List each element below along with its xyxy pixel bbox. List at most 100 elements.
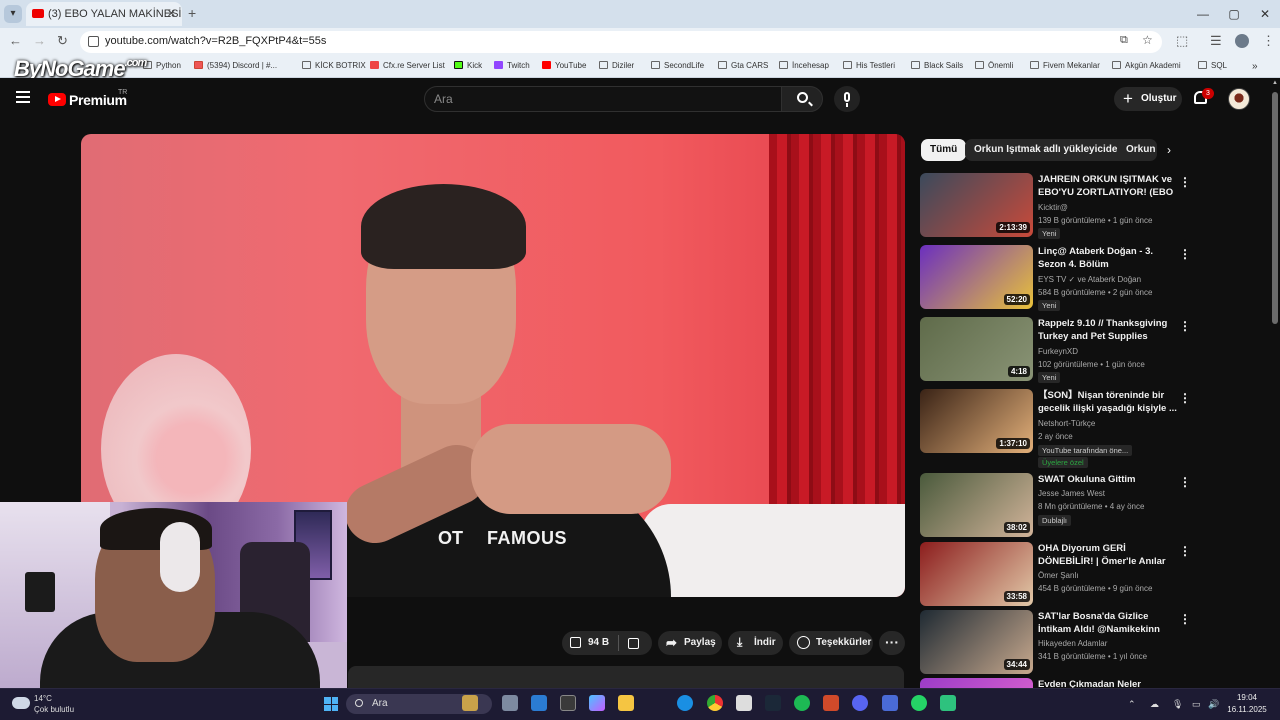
chip-from-uploader[interactable]: Orkun Işıtmak adlı yükleyiciden xyxy=(965,139,1133,161)
description-box[interactable] xyxy=(348,666,904,688)
file-explorer-icon[interactable] xyxy=(618,695,634,711)
profile-avatar[interactable] xyxy=(1235,34,1249,48)
bookmark-secondlife[interactable]: SecondLife xyxy=(651,61,704,70)
minimize-button[interactable]: — xyxy=(1188,0,1218,28)
extensions-icon[interactable]: ⬚ xyxy=(1176,33,1188,49)
bookmark-onemli[interactable]: Önemli xyxy=(975,61,1013,70)
maximize-button[interactable]: ▢ xyxy=(1219,0,1249,28)
search-highlight-icon[interactable] xyxy=(462,695,478,711)
chevron-right-icon[interactable]: › xyxy=(1167,143,1171,157)
hamburger-menu-icon[interactable] xyxy=(16,91,30,103)
channel-name[interactable]: Kicktir@ xyxy=(1038,203,1068,212)
chip-all[interactable]: Tümü xyxy=(921,139,967,161)
more-options-icon[interactable]: ⋮ xyxy=(1179,319,1191,333)
bookmark-twitch[interactable]: Twitch xyxy=(494,61,530,70)
video-title[interactable]: SAT'lar Bosna'da Gizlice İntikam Aldı! @… xyxy=(1038,610,1178,636)
steam-icon[interactable] xyxy=(765,695,781,711)
video-title[interactable]: 【SON】Nişan töreninde bir gecelik ilişki … xyxy=(1038,389,1178,415)
video-title[interactable]: Evden Çıkmadan Neler Demişim xyxy=(1038,678,1178,688)
thumbs-down-icon[interactable] xyxy=(628,638,639,649)
video-thumbnail[interactable]: 52:20 xyxy=(920,245,1033,309)
address-bar[interactable]: youtube.com/watch?v=R2B_FQXPtP4&t=55s ⧉ … xyxy=(80,31,1162,53)
scrollbar-thumb[interactable] xyxy=(1272,92,1278,324)
bookmark-diziler[interactable]: Diziler xyxy=(599,61,634,70)
more-options-icon[interactable]: ⋮ xyxy=(1179,391,1191,405)
video-title[interactable]: OHA Diyorum GERİ DÖNEBİLİR! | Ömer'le An… xyxy=(1038,542,1178,568)
scroll-up-arrow-icon[interactable]: ▲ xyxy=(1271,80,1279,88)
new-tab-button[interactable]: + xyxy=(188,5,196,21)
video-thumbnail[interactable]: 33:58 xyxy=(920,542,1033,606)
bookmark-akgun[interactable]: Akgün Akademi xyxy=(1112,61,1181,70)
search-button[interactable] xyxy=(781,86,823,112)
onedrive-icon[interactable]: ☁ xyxy=(1150,699,1159,710)
close-window-button[interactable]: ✕ xyxy=(1250,0,1280,28)
browser-tab-active[interactable]: (3) EBO YALAN MAKİNESİNDE ✕ xyxy=(26,2,182,26)
clock-time[interactable]: 19:04 xyxy=(1222,693,1272,702)
share-button[interactable]: ➦ Paylaş xyxy=(658,631,722,655)
video-thumbnail[interactable]: 38:02 xyxy=(920,473,1033,537)
vscode-icon[interactable] xyxy=(531,695,547,711)
create-button[interactable]: + Oluştur xyxy=(1114,87,1182,111)
more-options-icon[interactable]: ⋮ xyxy=(1179,544,1191,558)
bookmark-gta-cars[interactable]: Gta CARS xyxy=(718,61,768,70)
weather-description[interactable]: Çok bulutlu xyxy=(34,705,74,714)
youtube-logo-icon[interactable] xyxy=(48,93,66,106)
bookmark-sql[interactable]: SQL xyxy=(1198,61,1227,70)
clock-date[interactable]: 16.11.2025 xyxy=(1222,705,1272,714)
more-options-icon[interactable]: ⋮ xyxy=(1179,475,1191,489)
thanks-button[interactable]: Teşekkürler xyxy=(789,631,873,655)
channel-name[interactable]: Hikayeden Adamlar xyxy=(1038,639,1107,648)
download-button[interactable]: ⤓ İndir xyxy=(728,631,783,655)
bookmark-star-icon[interactable]: ☆ xyxy=(1142,33,1153,47)
channel-name[interactable]: Ömer Şanlı xyxy=(1038,571,1078,580)
video-title[interactable]: Rappelz 9.10 // Thanksgiving Turkey and … xyxy=(1038,317,1178,343)
video-thumbnail[interactable] xyxy=(920,678,1033,688)
video-title[interactable]: JAHREIN ORKUN IŞITMAK ve EBO'YU ZORTLATI… xyxy=(1038,173,1178,199)
bookmark-youtube[interactable]: YouTube xyxy=(542,61,586,70)
bookmark-cfx[interactable]: Cfx.re Server List xyxy=(370,61,445,70)
calculator-icon[interactable] xyxy=(736,695,752,711)
forward-button[interactable]: → xyxy=(33,33,46,48)
back-button[interactable]: ← xyxy=(9,33,22,48)
network-icon[interactable]: ▭ xyxy=(1192,699,1201,710)
channel-name[interactable]: FurkeynXD xyxy=(1038,347,1078,356)
more-options-icon[interactable]: ⋮ xyxy=(1179,612,1191,626)
browser-menu-icon[interactable]: ⋮ xyxy=(1262,33,1275,49)
video-thumbnail[interactable]: 1:37:10 xyxy=(920,389,1033,453)
bookmarks-overflow-icon[interactable]: » xyxy=(1252,61,1258,72)
video-thumbnail[interactable]: 4:18 xyxy=(920,317,1033,381)
site-info-icon[interactable] xyxy=(88,36,99,47)
chip-orkun[interactable]: Orkun xyxy=(1117,139,1157,161)
obs-icon[interactable] xyxy=(823,695,839,711)
bookmark-his-testleri[interactable]: His Testleri xyxy=(843,61,895,70)
app-icon[interactable] xyxy=(882,695,898,711)
video-thumbnail[interactable]: 2:13:39 xyxy=(920,173,1033,237)
account-avatar[interactable] xyxy=(1228,88,1250,110)
whatsapp-icon[interactable] xyxy=(911,695,927,711)
bookmark-python[interactable]: Python xyxy=(143,61,181,70)
video-title[interactable]: Linç@ Ataberk Doğan - 3. Sezon 4. Bölüm xyxy=(1038,245,1178,271)
channel-name[interactable]: Jesse James West xyxy=(1038,489,1105,498)
spotify-icon[interactable] xyxy=(794,695,810,711)
bookmark-black-sails[interactable]: Black Sails xyxy=(911,61,963,70)
volume-icon[interactable]: 🔊 xyxy=(1208,699,1219,710)
reload-button[interactable]: ↻ xyxy=(57,33,68,49)
notion-icon[interactable] xyxy=(560,695,576,711)
close-tab-icon[interactable]: ✕ xyxy=(167,7,176,20)
microphone-tray-icon[interactable]: 🎙 xyxy=(1172,699,1183,710)
bookmark-kick-botrix[interactable]: KİCK BOTRIX xyxy=(302,61,366,70)
task-view-icon[interactable] xyxy=(502,695,518,711)
weather-temperature[interactable]: 14°C xyxy=(34,694,52,703)
bookmark-incehesap[interactable]: İncehesap xyxy=(779,61,829,70)
start-button[interactable] xyxy=(324,697,338,711)
discord-icon[interactable] xyxy=(852,695,868,711)
channel-name[interactable]: EYS TV ✓ ve Ataberk Doğan xyxy=(1038,275,1141,284)
bookmark-fivem[interactable]: Fivem Mekanlar xyxy=(1030,61,1100,70)
edge-icon[interactable] xyxy=(677,695,693,711)
recommendation-item[interactable]: Evden Çıkmadan Neler Demişim xyxy=(920,678,1270,688)
copilot-icon[interactable] xyxy=(589,695,605,711)
install-app-icon[interactable]: ⧉ xyxy=(1120,34,1128,47)
channel-name[interactable]: Netshort-Türkçe xyxy=(1038,419,1095,428)
more-options-icon[interactable]: ⋮ xyxy=(1179,247,1191,261)
show-hidden-icons-icon[interactable]: ⌃ xyxy=(1128,699,1136,710)
